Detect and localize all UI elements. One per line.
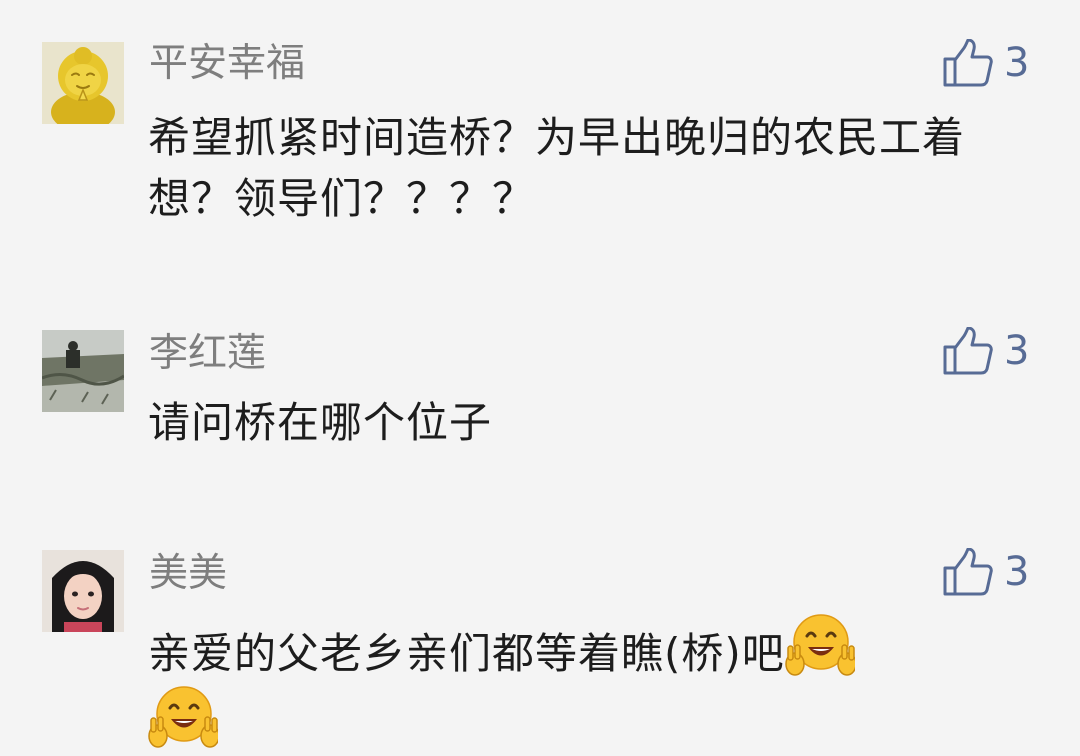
comment-text: 请问桥在哪个位子	[148, 398, 493, 447]
buddha-avatar-image	[42, 42, 124, 124]
avatar[interactable]	[42, 330, 124, 412]
girl-avatar-image	[42, 550, 124, 632]
smiling-peace-hands-emoji-icon	[785, 612, 855, 682]
comment-text: 亲爱的父老乡亲们都等着瞧(桥)吧	[148, 612, 1038, 756]
like-count: 3	[1004, 40, 1030, 86]
avatar[interactable]	[42, 550, 124, 632]
comment-text: 希望抓紧时间造桥？为早出晚归的农民工着想？领导们？？？？	[148, 113, 966, 223]
like-button[interactable]: 3	[942, 547, 1029, 597]
comment-author-name: 美美	[149, 551, 228, 596]
comment-author-name: 平安幸福	[149, 41, 306, 86]
comment-text-content: 亲爱的父老乡亲们都等着瞧(桥)吧	[148, 629, 785, 678]
like-button[interactable]: 3	[942, 38, 1029, 88]
smiling-peace-hands-emoji-icon	[148, 684, 218, 754]
comment-author-name: 李红莲	[149, 331, 267, 376]
like-count: 3	[1004, 549, 1030, 595]
like-count: 3	[1004, 328, 1030, 374]
thumbs-up-icon	[942, 548, 994, 596]
like-button[interactable]: 3	[942, 326, 1029, 376]
avatar[interactable]	[42, 42, 124, 124]
thumbs-up-icon	[942, 39, 994, 87]
riverside-avatar-image	[42, 330, 124, 412]
thumbs-up-icon	[942, 327, 994, 375]
